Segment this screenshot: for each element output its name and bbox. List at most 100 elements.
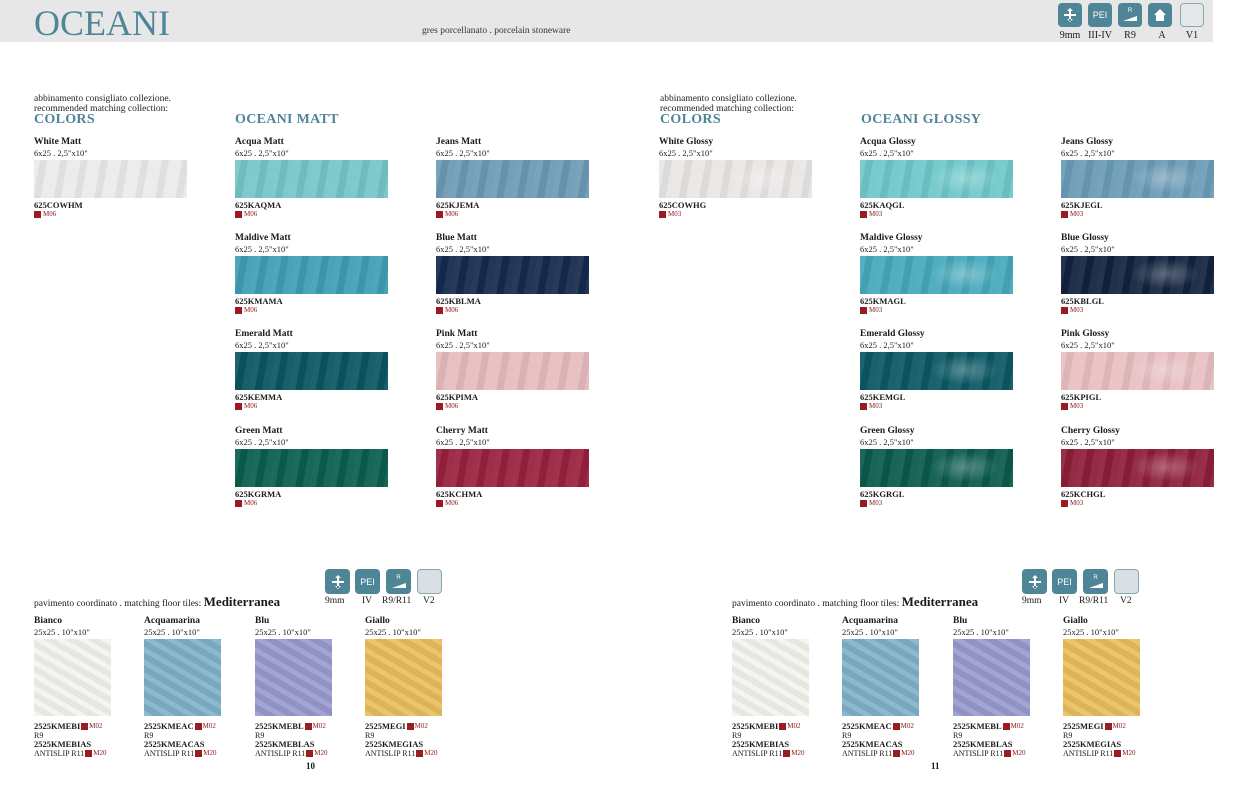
product-tile: Jeans Matt 6x25 . 2,5"x10" 625KJEMA M06 [436,137,590,219]
floor-tile: Blu 25x25 . 10"x10" 2525KMEBL M02 R9 2525… [255,616,355,758]
tile-code: 625COWHG [659,200,707,210]
finish-marker-icon [1061,403,1068,410]
tile-name: Acqua Glossy [860,137,916,147]
tile-name: White Matt [34,137,82,147]
series-title: OCEANI MATT [235,112,339,127]
product-tile: Acqua Glossy 6x25 . 2,5"x10" 625KAQGL M0… [860,137,1014,219]
floor-tile-antislip-code: 2525KMEBLAS [255,739,315,749]
tile-finish: M03 [1061,499,1215,508]
slip-resistance-icon: R [1118,3,1142,27]
tile-swatch [235,352,388,390]
slip-label: R9/R11 [382,596,412,606]
floor-tile-antislip-code: 2525KMEBLAS [953,739,1013,749]
floor-tile-size: 25x25 . 10"x10" [732,627,788,637]
tile-code: 625KCHMA [436,489,483,499]
floor-tile: Acquamarina 25x25 . 10"x10" 2525KMEAC M02… [842,616,942,758]
thickness-icon [325,569,350,594]
tile-code: 625KCHGL [1061,489,1106,499]
finish-marker-icon [893,750,901,757]
tile-swatch [235,449,388,487]
tile-finish: M06 [436,306,590,315]
pei-label: IV [1059,596,1070,606]
finish-marker-icon [892,723,900,730]
matching-note-it: abbinamento consigliato collezione. [660,94,797,104]
tile-name: Acqua Matt [235,137,284,147]
finish-marker-icon [306,750,314,757]
floor-tile-swatch [953,639,1030,716]
header-band [0,0,1213,42]
pei-label: IV [362,596,373,606]
shade-label: V2 [423,596,435,606]
floor-collection-name: Mediterranea [203,594,281,609]
shade-label: V1 [1185,30,1199,41]
tile-code: 625KMAMA [235,296,283,306]
tile-size: 6x25 . 2,5"x10" [1061,437,1115,447]
tile-code: 625KJEMA [436,200,480,210]
floor-tile-antislip: ANTISLIP R11 M20 [953,749,1026,758]
floor-tile-code: 2525KMEAC M02 [842,721,914,731]
tile-swatch [860,160,1013,198]
floor-tile-antislip-code: 2525KMEBIAS [732,739,790,749]
tile-swatch [860,449,1013,487]
tile-name: Green Glossy [860,426,915,436]
floor-tile-name: Acquamarina [144,616,200,626]
floor-tile-size: 25x25 . 10"x10" [953,627,1009,637]
tile-swatch [1061,160,1214,198]
product-tile: White Matt 6x25 . 2,5"x10" 625COWHM M06 [34,137,188,219]
tile-swatch [1061,449,1214,487]
floor-tile-code: 2525KMEBI M02 [732,721,801,731]
pei-icon: PEI [1052,569,1077,594]
tile-name: Cherry Glossy [1061,426,1120,436]
finish-marker-icon [659,211,666,218]
tile-finish: M03 [659,210,813,219]
finish-marker-icon [436,211,443,218]
thickness-icon [1058,3,1082,27]
tile-name: Pink Glossy [1061,329,1110,339]
tile-name: Maldive Matt [235,233,291,243]
tile-size: 6x25 . 2,5"x10" [436,244,490,254]
floor-tile-antislip-code: 2525KMEGIAS [1063,739,1122,749]
tile-code: 625KPIMA [436,392,479,402]
tile-finish: M06 [235,306,389,315]
finish-marker-icon [235,307,242,314]
thickness-label: 9mm [325,596,345,606]
floor-tile-size: 25x25 . 10"x10" [144,627,200,637]
finish-marker-icon [85,750,93,757]
floor-tile-size: 25x25 . 10"x10" [255,627,311,637]
product-tile: Green Glossy 6x25 . 2,5"x10" 625KGRGL M0… [860,426,1014,508]
floor-caption: pavimento coordinato . matching floor ti… [732,594,979,609]
tile-code: 625KBLGL [1061,296,1104,306]
shade-label: V2 [1120,596,1132,606]
tile-finish: M03 [860,210,1014,219]
finish-marker-icon [860,307,867,314]
thickness-icon [1022,569,1047,594]
tile-code: 625KEMMA [235,392,283,402]
matching-note: abbinamento consigliato collezione. reco… [34,94,171,114]
floor-tile-name: Blu [255,616,270,626]
product-tile: Maldive Matt 6x25 . 2,5"x10" 625KMAMA M0… [235,233,389,315]
tile-name: Emerald Glossy [860,329,925,339]
finish-marker-icon [860,403,867,410]
tile-name: Pink Matt [436,329,478,339]
tile-finish: M06 [235,402,389,411]
finish-marker-icon [436,500,443,507]
finish-marker-icon [779,723,787,730]
collection-title: OCEANI [34,3,170,43]
finish-marker-icon [1004,750,1012,757]
tile-name: Blue Glossy [1061,233,1109,243]
product-tile: Cherry Glossy 6x25 . 2,5"x10" 625KCHGL M… [1061,426,1215,508]
finish-marker-icon [783,750,791,757]
floor-tile-antislip: ANTISLIP R11 M20 [34,749,107,758]
floor-collection-name: Mediterranea [901,594,979,609]
matching-note: abbinamento consigliato collezione. reco… [660,94,797,114]
slip-resistance-icon: R [1083,569,1108,594]
tile-name: Jeans Matt [436,137,482,147]
tile-swatch [436,449,589,487]
floor-tile-size: 25x25 . 10"x10" [1063,627,1119,637]
floor-tile-antislip: ANTISLIP R11 M20 [732,749,805,758]
floor-tile-antislip: ANTISLIP R11 M20 [842,749,915,758]
floor-tile-code: 2525KMEAC M02 [144,721,216,731]
shade-variation-icon [1114,569,1139,594]
tile-finish: M06 [436,210,590,219]
tile-swatch [659,160,812,198]
